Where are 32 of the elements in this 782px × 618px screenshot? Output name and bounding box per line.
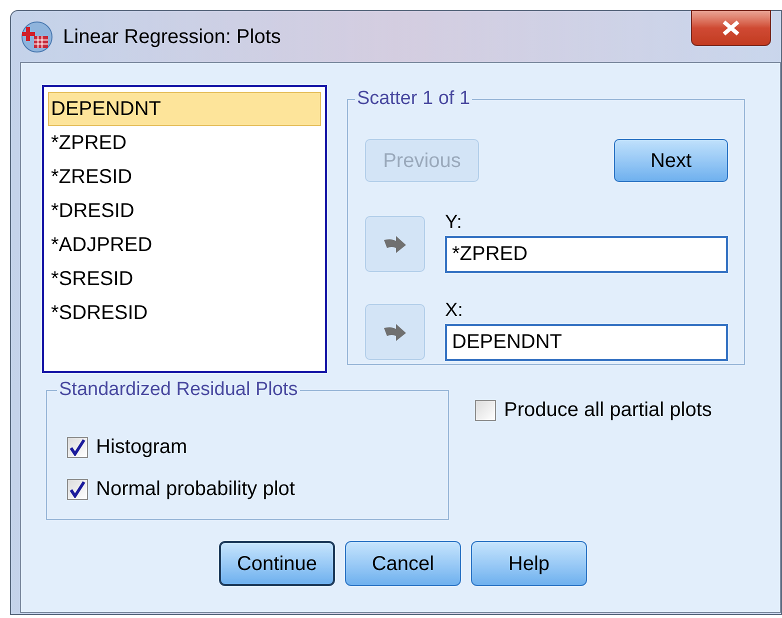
checkbox[interactable]: [475, 400, 496, 420]
input-field[interactable]: *ZPRED: [445, 236, 728, 273]
list-item[interactable]: *ZPRED: [48, 126, 321, 160]
next-button[interactable]: Next: [614, 139, 728, 182]
list-item[interactable]: *ZRESID: [48, 160, 321, 194]
move-button[interactable]: [365, 216, 425, 272]
check-icon: [69, 480, 86, 498]
checkbox-label[interactable]: Normal probability plot: [96, 477, 295, 501]
move-button[interactable]: [365, 304, 425, 360]
field-label: X:: [445, 300, 463, 322]
dialog-button[interactable]: Continue: [219, 541, 335, 586]
list-item[interactable]: *DRESID: [48, 194, 321, 228]
checkbox-label[interactable]: Histogram: [96, 435, 188, 459]
list-item[interactable]: *SDRESID: [48, 296, 321, 330]
close-icon: [721, 20, 741, 36]
dialog-button[interactable]: Cancel: [345, 541, 461, 586]
arrow-icon: [383, 234, 407, 254]
close-button[interactable]: [691, 10, 771, 46]
list-item[interactable]: *SRESID: [48, 262, 321, 296]
check-icon: [69, 438, 86, 456]
dialog-button[interactable]: Help: [471, 541, 587, 586]
window-title: Linear Regression: Plots: [63, 24, 281, 50]
checkbox[interactable]: [67, 436, 88, 458]
input-field[interactable]: DEPENDNT: [445, 324, 728, 361]
checkbox[interactable]: [67, 478, 88, 500]
list-item[interactable]: *ADJPRED: [48, 228, 321, 262]
checkbox-label[interactable]: Produce all partial plots: [504, 398, 712, 422]
field-label: Y:: [445, 212, 462, 234]
variable-list[interactable]: DEPENDNT *ZPRED *ZRESID *DRESID *ADJPRED *SRESID *SDRESID: [42, 85, 327, 373]
app-icon: [21, 20, 53, 52]
list-item[interactable]: DEPENDNT: [48, 92, 321, 126]
arrow-icon: [383, 322, 407, 342]
